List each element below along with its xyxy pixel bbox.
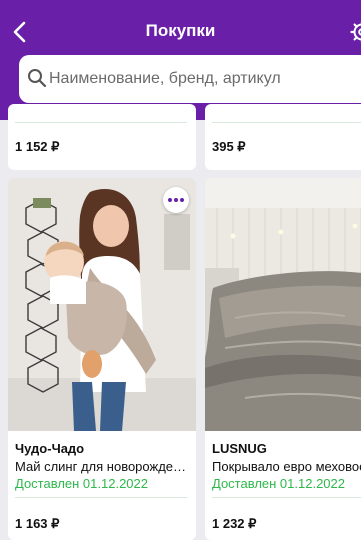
item-brand: Чудо-Чадо [15, 441, 85, 456]
search-icon [28, 69, 47, 88]
delivery-status: Доставлен 01.12.2022 [15, 476, 148, 491]
divider [15, 497, 187, 498]
divider [212, 497, 361, 498]
dot [174, 198, 178, 202]
gear-icon[interactable] [350, 20, 361, 44]
more-options-button[interactable] [163, 187, 189, 213]
item-price: 1 163 ₽ [15, 516, 60, 531]
divider [212, 122, 361, 123]
watermark-text: Avito [288, 502, 345, 527]
search-input[interactable] [49, 67, 361, 91]
item-price: 395 ₽ [212, 139, 246, 154]
purchase-card[interactable]: LUSNUG Покрывало евро меховое Доставлен … [205, 178, 361, 540]
page-title: Покупки [145, 21, 216, 40]
product-photo-blanket[interactable] [205, 178, 361, 431]
item-name: Май слинг для новорожденных [15, 459, 191, 474]
dot [168, 198, 172, 202]
search-box [19, 55, 361, 103]
purchase-card[interactable]: 395 ₽ [205, 104, 361, 170]
avito-logo-icon [260, 503, 283, 526]
dot [180, 198, 184, 202]
item-brand: LUSNUG [212, 441, 267, 456]
item-name: Покрывало евро меховое [212, 459, 361, 474]
purchase-card[interactable]: Чудо-Чадо Май слинг для новорожденных До… [8, 178, 196, 540]
avito-watermark: Avito [258, 500, 358, 530]
divider [15, 122, 187, 123]
item-price: 1 232 ₽ [212, 516, 257, 531]
item-price: 1 152 ₽ [15, 139, 60, 154]
top-bar: Покупки [0, 0, 361, 120]
delivery-status: Доставлен 01.12.2022 [212, 476, 345, 491]
purchase-card[interactable]: 1 152 ₽ [8, 104, 196, 170]
product-photo-sling[interactable] [8, 178, 196, 431]
